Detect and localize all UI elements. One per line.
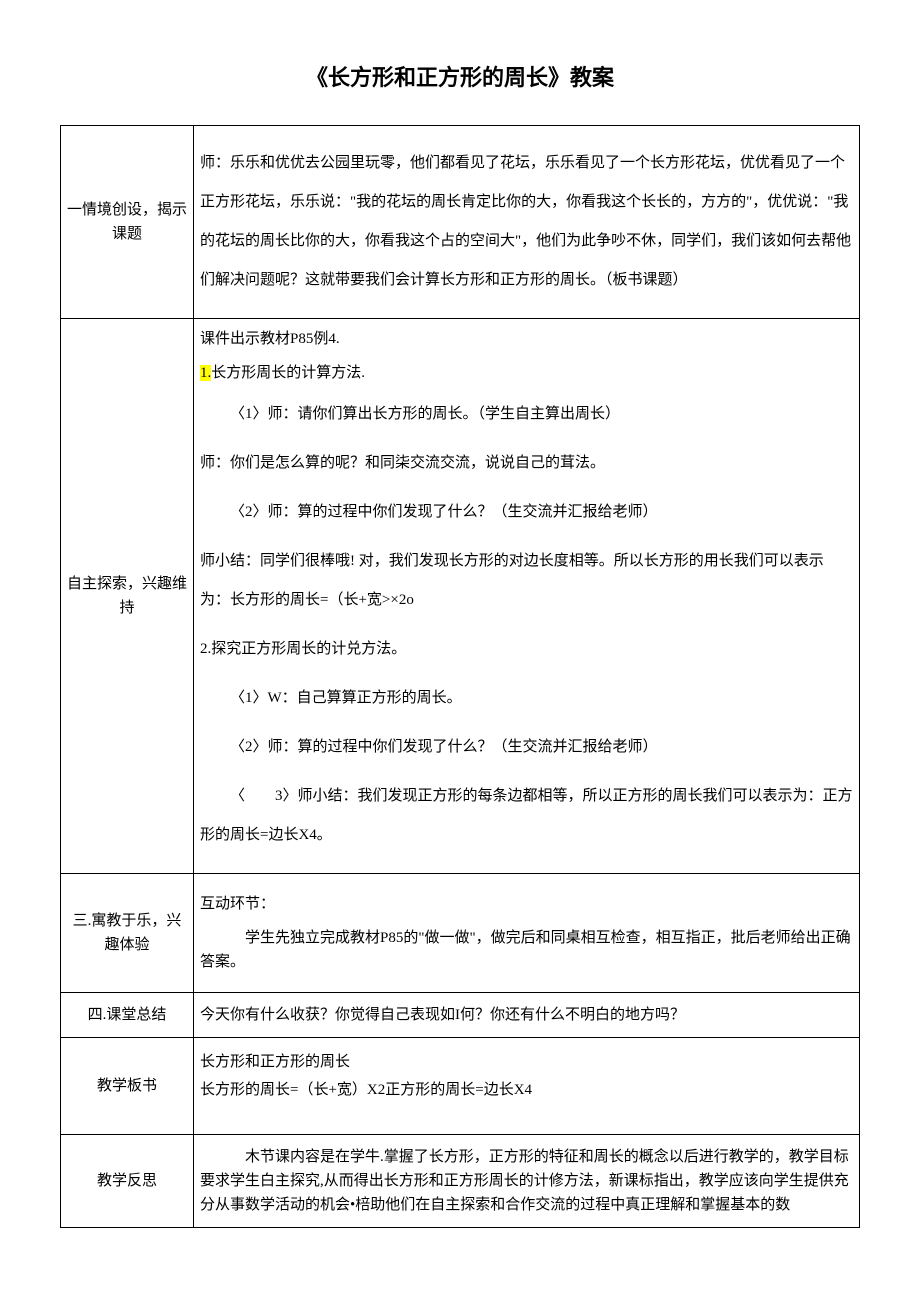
paragraph: 师：乐乐和优优去公园里玩零，他们都看见了花坛，乐乐看见了一个长方形花坛，优优看见… [200, 144, 853, 300]
paragraph: 2.探究正方形周长的计兑方法。 [200, 630, 853, 669]
paragraph: 长方形和正方形的周长 [200, 1050, 853, 1074]
paragraph: 师小结：同学们很棒哦! 对，我们发现长方形的对边长度相等。所以长方形的用长我们可… [200, 542, 853, 620]
lesson-plan-table: 一情境创设，揭示课题 师：乐乐和优优去公园里玩零，他们都看见了花坛，乐乐看见了一… [60, 125, 860, 1228]
paragraph: 学生先独立完成教材P85的"做一做"，做完后和同桌相互检查，相互指正，批后老师给… [200, 926, 853, 974]
table-row: 自主探索，兴趣维持 课件出示教材P85例4. 1.长方形周长的计算方法. 〈1〉… [61, 319, 860, 874]
table-row: 教学板书 长方形和正方形的周长 长方形的周长=（长+宽）X2正方形的周长=边长X… [61, 1038, 860, 1135]
row-content-context: 师：乐乐和优优去公园里玩零，他们都看见了花坛，乐乐看见了一个长方形花坛，优优看见… [194, 126, 860, 319]
paragraph: 木节课内容是在学牛.掌握了长方形，正方形的特征和周长的概念以后进行教学的，教学目… [200, 1145, 853, 1217]
paragraph: 〈2〉师：算的过程中你们发现了什么？（生交流并汇报给老师） [200, 493, 853, 532]
paragraph: 〈 3〉师小结：我们发现正方形的每条边都相等，所以正方形的周长我们可以表示为：正… [200, 777, 853, 855]
table-row: 四.课堂总结 今天你有什么收获？你觉得自己表现如I何？你还有什么不明白的地方吗？ [61, 993, 860, 1038]
paragraph: 〈1〉W：自己算算正方形的周长。 [200, 679, 853, 718]
row-content-fun: 互动环节： 学生先独立完成教材P85的"做一做"，做完后和同桌相互检查，相互指正… [194, 874, 860, 993]
row-label-fun: 三.寓教于乐，兴趣体验 [61, 874, 194, 993]
row-label-reflection: 教学反思 [61, 1135, 194, 1228]
row-label-board: 教学板书 [61, 1038, 194, 1135]
page-title: 《长方形和正方形的周长》教案 [60, 60, 860, 95]
paragraph: 〈2〉师：算的过程中你们发现了什么？（生交流并汇报给老师） [200, 728, 853, 767]
row-label-explore: 自主探索，兴趣维持 [61, 319, 194, 874]
table-row: 三.寓教于乐，兴趣体验 互动环节： 学生先独立完成教材P85的"做一做"，做完后… [61, 874, 860, 993]
paragraph: 课件出示教材P85例4. [200, 327, 853, 351]
row-content-reflection: 木节课内容是在学牛.掌握了长方形，正方形的特征和周长的概念以后进行教学的，教学目… [194, 1135, 860, 1228]
table-row: 一情境创设，揭示课题 师：乐乐和优优去公园里玩零，他们都看见了花坛，乐乐看见了一… [61, 126, 860, 319]
row-content-explore: 课件出示教材P85例4. 1.长方形周长的计算方法. 〈1〉师：请你们算出长方形… [194, 319, 860, 874]
paragraph: 互动环节： [200, 892, 853, 916]
highlighted-text: 1. [200, 365, 211, 381]
paragraph: 〈1〉师：请你们算出长方形的周长。（学生自主算出周长） [200, 395, 853, 434]
text: 长方形周长的计算方法. [211, 365, 365, 381]
paragraph: 今天你有什么收获？你觉得自己表现如I何？你还有什么不明白的地方吗？ [200, 1003, 853, 1027]
paragraph: 长方形的周长=（长+宽）X2正方形的周长=边长X4 [200, 1078, 853, 1102]
row-content-summary: 今天你有什么收获？你觉得自己表现如I何？你还有什么不明白的地方吗？ [194, 993, 860, 1038]
row-label-context: 一情境创设，揭示课题 [61, 126, 194, 319]
row-label-summary: 四.课堂总结 [61, 993, 194, 1038]
table-row: 教学反思 木节课内容是在学牛.掌握了长方形，正方形的特征和周长的概念以后进行教学… [61, 1135, 860, 1228]
paragraph: 1.长方形周长的计算方法. [200, 361, 853, 385]
row-content-board: 长方形和正方形的周长 长方形的周长=（长+宽）X2正方形的周长=边长X4 [194, 1038, 860, 1135]
paragraph: 师：你们是怎么算的呢？和同柒交流交流，说说自己的茸法。 [200, 444, 853, 483]
